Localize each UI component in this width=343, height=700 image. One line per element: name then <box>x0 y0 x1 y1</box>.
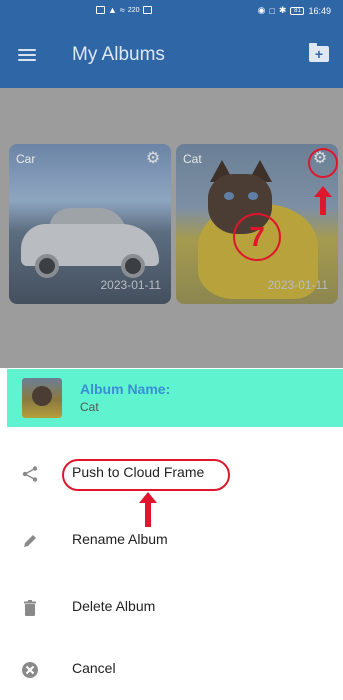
vibrate-icon: □ <box>269 5 275 16</box>
wifi-icon: ≈ <box>119 5 125 15</box>
album-info-header: Album Name: Cat <box>7 369 343 427</box>
data-speed: 220 <box>127 6 140 14</box>
status-bar: ▲ ≈ 220 ◉ □ ✱ 81 16:49 <box>0 0 343 22</box>
album-name: Car <box>16 152 36 166</box>
album-date: 2023-01-11 <box>267 278 329 292</box>
step-number-annotation: 7 <box>233 213 281 261</box>
cat-image-eye <box>224 192 234 200</box>
arrow-up-icon <box>314 186 332 215</box>
album-card-car[interactable]: Car ⚙ 2023-01-11 <box>9 144 171 304</box>
album-name-label: Album Name: <box>80 381 171 397</box>
app-bar: My Albums + <box>0 22 343 88</box>
rename-album-item[interactable]: Rename Album <box>7 512 343 570</box>
notification-icon <box>142 6 152 14</box>
push-highlight-annotation <box>62 459 230 491</box>
album-thumbnail <box>22 378 62 418</box>
pencil-icon <box>21 532 39 550</box>
album-date: 2023-01-11 <box>100 278 162 292</box>
status-bar-left: ▲ ≈ 220 <box>96 5 152 15</box>
album-name: Cat <box>183 152 202 166</box>
add-album-icon[interactable]: + <box>309 43 329 62</box>
cancel-label: Cancel <box>72 660 116 676</box>
album-grid: Car ⚙ 2023-01-11 Cat ⚙ 2023-01-11 <box>0 88 343 368</box>
car-image-wheel <box>121 254 145 278</box>
gear-icon[interactable]: ⚙ <box>145 151 161 167</box>
share-icon <box>21 465 39 483</box>
signal-icon: ▲ <box>108 5 117 15</box>
cat-image-eye <box>248 192 258 200</box>
album-options-sheet: Album Name: Cat Push to Cloud Frame Rena… <box>0 368 343 700</box>
battery-icon: 81 <box>290 6 305 15</box>
album-name-value: Cat <box>80 400 99 414</box>
menu-icon[interactable] <box>18 49 36 61</box>
gear-highlight-annotation <box>308 148 338 178</box>
car-image-wheel <box>35 254 59 278</box>
eye-icon: ◉ <box>257 5 266 15</box>
cancel-icon <box>21 661 39 679</box>
bluetooth-icon: ✱ <box>278 5 287 15</box>
arrow-up-icon <box>139 492 157 527</box>
delete-album-label: Delete Album <box>72 598 156 614</box>
clock: 16:49 <box>308 5 331 16</box>
hd-icon <box>96 6 105 14</box>
trash-icon <box>21 599 39 617</box>
status-bar-right: ◉ □ ✱ 81 16:49 <box>258 5 331 16</box>
page-title: My Albums <box>72 44 165 65</box>
cancel-item[interactable]: Cancel <box>7 641 343 699</box>
rename-album-label: Rename Album <box>72 531 168 547</box>
delete-album-item[interactable]: Delete Album <box>7 579 343 637</box>
